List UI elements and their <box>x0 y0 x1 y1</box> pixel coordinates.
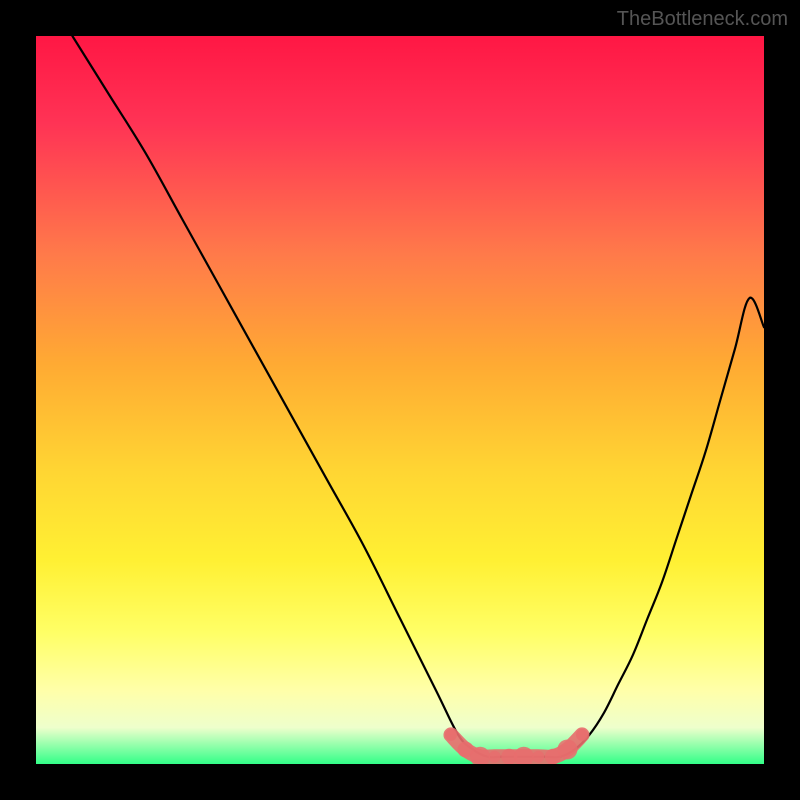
marker-blob <box>532 751 544 763</box>
gradient-background <box>36 36 764 764</box>
marker-blob <box>489 751 501 763</box>
chart-svg <box>36 36 764 764</box>
chart-plot-area <box>36 36 764 764</box>
marker-blob <box>557 739 577 759</box>
watermark-text: TheBottleneck.com <box>617 8 788 31</box>
marker-blob <box>576 729 588 741</box>
chart-container: TheBottleneck.com <box>0 0 800 800</box>
marker-blob <box>445 729 457 741</box>
